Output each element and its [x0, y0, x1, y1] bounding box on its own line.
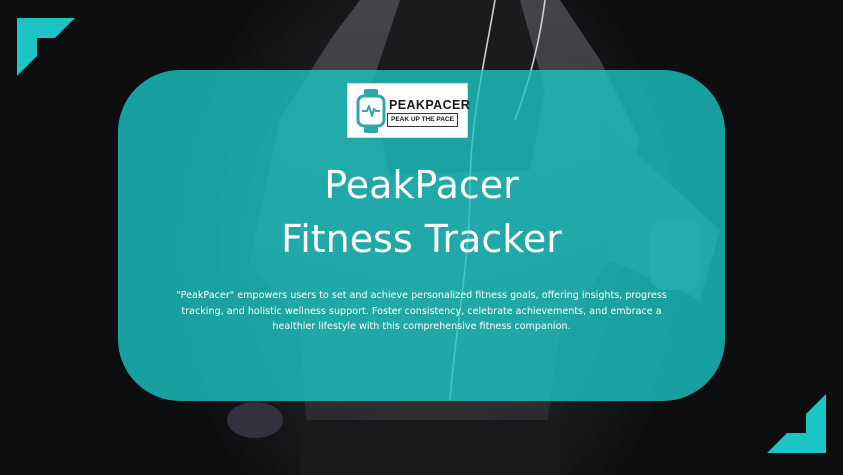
- corner-accent-top-left: [17, 18, 75, 76]
- hero-title: PeakPacer Fitness Tracker: [118, 158, 725, 266]
- brand-logo: PEAKPACER PEAK UP THE PACE: [347, 83, 471, 138]
- logo-tagline: PEAK UP THE PACE: [387, 113, 458, 127]
- hero-title-line-1: PeakPacer: [324, 163, 519, 207]
- hero-description: "PeakPacer" empowers users to set and ac…: [176, 290, 667, 332]
- hero-card: PEAKPACER PEAK UP THE PACE PeakPacer Fit…: [118, 70, 725, 401]
- smartwatch-heartbeat-icon: [356, 89, 386, 133]
- logo-wordmark: PEAKPACER: [389, 98, 471, 112]
- hero-title-line-2: Fitness Tracker: [281, 217, 562, 261]
- corner-accent-bottom-right: [767, 394, 826, 453]
